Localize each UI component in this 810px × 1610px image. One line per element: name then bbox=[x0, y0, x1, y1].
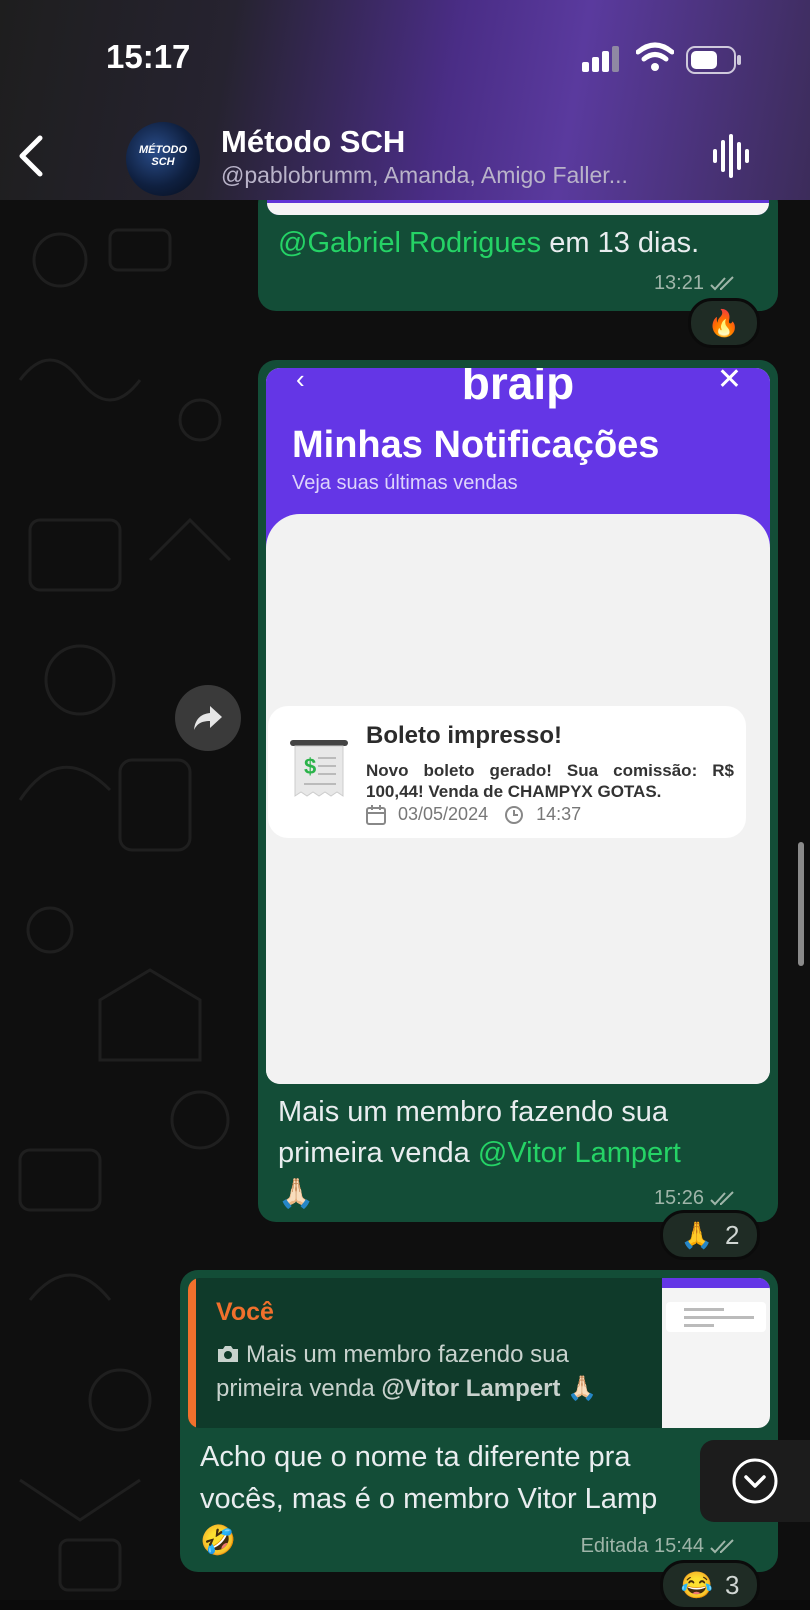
quote-thumbnail bbox=[662, 1278, 770, 1428]
chevron-down-icon bbox=[732, 1458, 778, 1504]
chat-title[interactable]: Método SCH bbox=[221, 124, 405, 160]
receipt-icon: $ bbox=[290, 740, 348, 797]
time-label: 13:21 bbox=[653, 272, 704, 294]
notification-date: 03/05/2024 bbox=[398, 804, 489, 824]
voice-chat-icon[interactable] bbox=[712, 134, 752, 178]
cellular-signal-icon bbox=[582, 46, 619, 72]
time-label: 15:26 bbox=[653, 1187, 704, 1209]
quoted-message[interactable]: Você Mais um membro fazendo sua primeira… bbox=[188, 1278, 770, 1428]
reaction-badge[interactable]: 🙏 2 bbox=[660, 1210, 760, 1260]
emoji: 🤣 bbox=[200, 1525, 237, 1557]
notification-time: 14:37 bbox=[536, 804, 582, 824]
forward-icon bbox=[194, 706, 222, 730]
message-time: 15:26 bbox=[654, 1187, 738, 1210]
scroll-to-bottom-button[interactable] bbox=[700, 1440, 810, 1522]
clock-icon bbox=[505, 805, 524, 824]
time-label: Editada 15:44 bbox=[580, 1535, 704, 1557]
quote-author: Você bbox=[216, 1298, 274, 1326]
quote-mention: @Vitor Lampert bbox=[381, 1375, 561, 1402]
reaction-count: 2 bbox=[724, 1219, 740, 1250]
image-title: Minhas Notificações bbox=[292, 424, 660, 466]
notification-title: Boleto impresso! bbox=[366, 722, 563, 749]
wifi-icon bbox=[636, 42, 674, 71]
quote-accent-bar bbox=[188, 1278, 196, 1428]
mention-link[interactable]: @Vitor Lampert bbox=[478, 1137, 681, 1169]
svg-text:$: $ bbox=[304, 754, 316, 779]
braip-logo: braip bbox=[461, 368, 575, 409]
reaction-badge[interactable]: 😂 3 bbox=[660, 1560, 760, 1610]
emoji: 🙏🏻 bbox=[278, 1178, 315, 1210]
read-ticks-icon bbox=[710, 1191, 734, 1206]
message-text-part: Acho que o nome ta diferente pra vocês, … bbox=[200, 1441, 658, 1515]
reaction-emoji: 😂 bbox=[680, 1569, 713, 1600]
message-bubble[interactable]: Você Mais um membro fazendo sua primeira… bbox=[180, 1270, 778, 1572]
message-text-rest: em 13 dias. bbox=[541, 227, 700, 259]
image-subtitle: Veja suas últimas vendas bbox=[292, 472, 518, 494]
message-bubble[interactable]: @Gabriel Rodrigues em 13 dias. 13:21 bbox=[258, 185, 778, 311]
read-ticks-icon bbox=[710, 1539, 734, 1554]
scrollbar[interactable] bbox=[798, 842, 804, 966]
battery-icon bbox=[686, 46, 741, 74]
mention-link[interactable]: @Gabriel Rodrigues bbox=[278, 227, 541, 259]
back-button[interactable] bbox=[14, 132, 50, 180]
camera-icon bbox=[218, 1346, 238, 1362]
forward-button[interactable] bbox=[175, 685, 241, 751]
image-close-icon: ✕ bbox=[716, 368, 742, 396]
quote-text: Mais um membro fazendo sua primeira vend… bbox=[216, 1338, 636, 1406]
reaction-emoji: 🔥 bbox=[707, 307, 741, 338]
reaction-emoji: 🙏 bbox=[680, 1219, 713, 1250]
message-time: Editada 15:44 bbox=[581, 1535, 738, 1558]
read-ticks-icon bbox=[710, 276, 734, 291]
chat-header: 15:17 MÉTODO SCH Método SCH @pablobrumm,… bbox=[0, 0, 810, 200]
quote-emoji: 🙏🏻 bbox=[567, 1375, 597, 1402]
image-body: $ Boleto impresso! Novo boleto gerado! S… bbox=[266, 514, 770, 1084]
message-bubble[interactable]: ‹ braip ✕ Minhas Notificações Veja suas … bbox=[258, 360, 778, 1222]
avatar-text: MÉTODO SCH bbox=[138, 144, 188, 168]
notification-body: Novo boleto gerado! Sua comissão: R$ 100… bbox=[366, 761, 734, 801]
calendar-icon bbox=[366, 804, 386, 825]
reaction-badge[interactable]: 🔥 bbox=[688, 298, 760, 348]
group-avatar[interactable]: MÉTODO SCH bbox=[126, 122, 200, 196]
reaction-count: 3 bbox=[724, 1569, 740, 1600]
message-time: 13:21 bbox=[654, 272, 738, 295]
notification-meta: 03/05/2024 14:37 bbox=[366, 804, 587, 825]
status-time: 15:17 bbox=[106, 38, 191, 75]
message-image[interactable]: ‹ braip ✕ Minhas Notificações Veja suas … bbox=[266, 368, 770, 1084]
notification-card: $ Boleto impresso! Novo boleto gerado! S… bbox=[268, 706, 746, 838]
message-text: @Gabriel Rodrigues em 13 dias. bbox=[278, 227, 699, 260]
chat-participants[interactable]: @pablobrumm, Amanda, Amigo Faller... bbox=[221, 162, 628, 189]
